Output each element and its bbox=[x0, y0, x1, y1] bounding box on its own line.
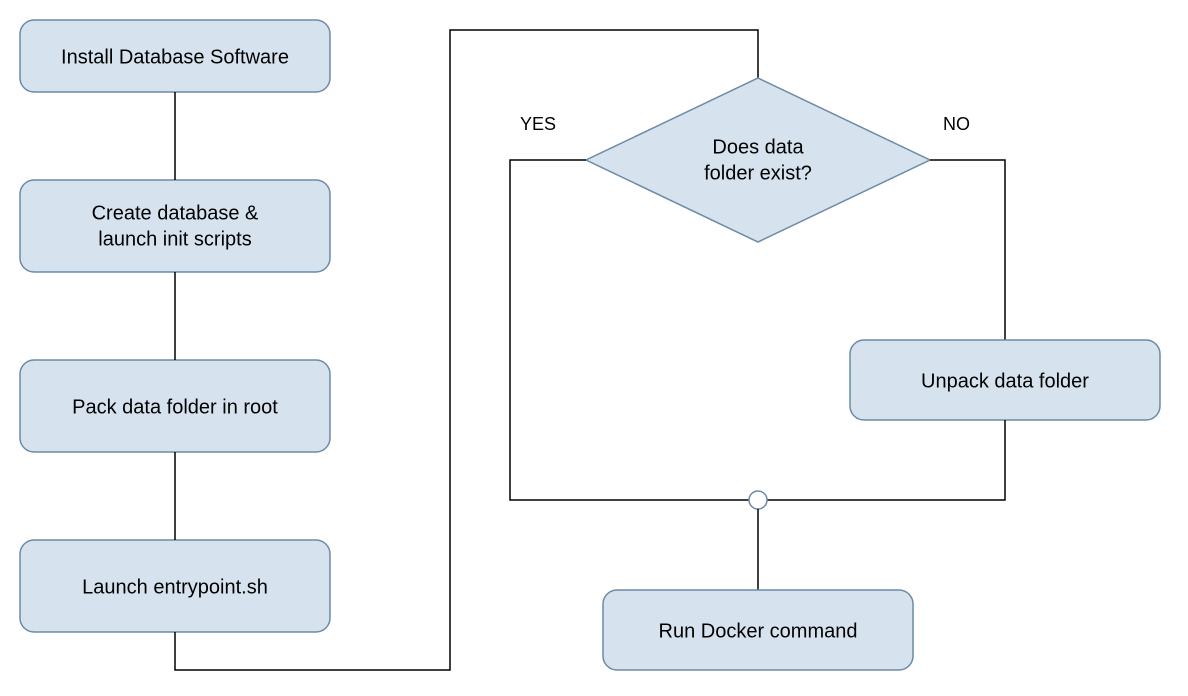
edge-no-top bbox=[930, 160, 1005, 340]
node-launch-label: Launch entrypoint.sh bbox=[82, 576, 268, 598]
node-create-label-2: launch init scripts bbox=[98, 228, 251, 250]
merge-joint bbox=[749, 491, 767, 509]
node-decision-label-2: folder exist? bbox=[704, 162, 812, 184]
edge-yes-label: YES bbox=[520, 114, 556, 134]
node-pack-label: Pack data folder in root bbox=[72, 396, 278, 418]
node-create-label-1: Create database & bbox=[92, 202, 259, 224]
node-unpack-label: Unpack data folder bbox=[921, 370, 1089, 392]
node-create bbox=[20, 180, 330, 272]
flowchart: Install Database Software Create databas… bbox=[0, 0, 1188, 696]
edge-no-bottom bbox=[767, 420, 1005, 500]
edge-no-label: NO bbox=[943, 114, 970, 134]
node-decision bbox=[586, 78, 930, 242]
node-decision-label-1: Does data bbox=[712, 136, 804, 158]
node-run-label: Run Docker command bbox=[659, 620, 858, 642]
node-install-label: Install Database Software bbox=[61, 46, 289, 68]
